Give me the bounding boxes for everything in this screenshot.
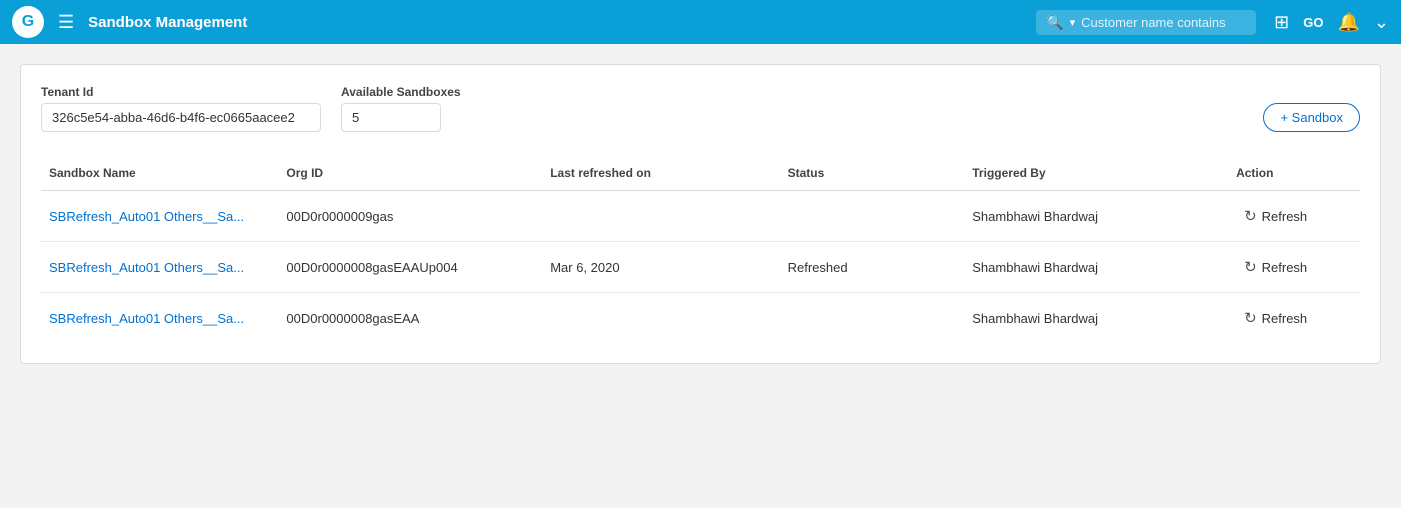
refresh-button[interactable]: ↻ Refresh bbox=[1236, 305, 1315, 331]
triggered-by-cell: Shambhawi Bhardwaj bbox=[964, 191, 1228, 242]
sandbox-table: Sandbox Name Org ID Last refreshed on St… bbox=[41, 156, 1360, 343]
main-content: Tenant Id Available Sandboxes + Sandbox … bbox=[0, 44, 1401, 384]
triggered-by-cell: Shambhawi Bhardwaj bbox=[964, 293, 1228, 344]
table-row: SBRefresh_Auto01 Others__Sa... 00D0r00000… bbox=[41, 242, 1360, 293]
tenant-id-input[interactable] bbox=[41, 103, 321, 132]
last-refreshed-cell bbox=[542, 293, 779, 344]
available-sandboxes-label: Available Sandboxes bbox=[341, 85, 461, 99]
col-header-last-refreshed: Last refreshed on bbox=[542, 156, 779, 191]
app-title: Sandbox Management bbox=[88, 14, 247, 31]
org-id-cell: 00D0r0000008gasEAAUp004 bbox=[278, 242, 542, 293]
go-label[interactable]: GO bbox=[1303, 15, 1323, 30]
nav-action-icons: ⊞ GO 🔔 ⌄ bbox=[1274, 12, 1389, 33]
table-body: SBRefresh_Auto01 Others__Sa... 00D0r00000… bbox=[41, 191, 1360, 344]
available-sandboxes-group: Available Sandboxes bbox=[341, 85, 461, 132]
col-header-triggered-by: Triggered By bbox=[964, 156, 1228, 191]
search-input[interactable] bbox=[1081, 15, 1241, 30]
refresh-label: Refresh bbox=[1262, 311, 1308, 326]
col-header-action: Action bbox=[1228, 156, 1360, 191]
tenant-row: Tenant Id Available Sandboxes + Sandbox bbox=[41, 85, 1360, 132]
top-nav: G ☰ Sandbox Management 🔍 ▾ ⊞ GO 🔔 ⌄ bbox=[0, 0, 1401, 44]
sandbox-name-link[interactable]: SBRefresh_Auto01 Others__Sa... bbox=[49, 311, 244, 326]
col-header-org-id: Org ID bbox=[278, 156, 542, 191]
table-row: SBRefresh_Auto01 Others__Sa... 00D0r00000… bbox=[41, 293, 1360, 344]
hamburger-icon[interactable]: ☰ bbox=[58, 12, 74, 33]
sandbox-name-link[interactable]: SBRefresh_Auto01 Others__Sa... bbox=[49, 260, 244, 275]
grid-icon[interactable]: ⊞ bbox=[1274, 12, 1289, 33]
col-header-sandbox-name: Sandbox Name bbox=[41, 156, 278, 191]
app-logo: G bbox=[12, 6, 44, 38]
bell-icon[interactable]: 🔔 bbox=[1337, 12, 1359, 33]
refresh-label: Refresh bbox=[1262, 260, 1308, 275]
last-refreshed-cell bbox=[542, 191, 779, 242]
tenant-id-label: Tenant Id bbox=[41, 85, 321, 99]
status-cell: Refreshed bbox=[780, 242, 965, 293]
search-bar: 🔍 ▾ bbox=[1036, 10, 1256, 35]
sandbox-card: Tenant Id Available Sandboxes + Sandbox … bbox=[20, 64, 1381, 364]
triggered-by-cell: Shambhawi Bhardwaj bbox=[964, 242, 1228, 293]
sandbox-name-link[interactable]: SBRefresh_Auto01 Others__Sa... bbox=[49, 209, 244, 224]
search-icon: 🔍 bbox=[1046, 14, 1063, 31]
action-cell: ↻ Refresh bbox=[1228, 293, 1360, 344]
refresh-button[interactable]: ↻ Refresh bbox=[1236, 254, 1315, 280]
refresh-icon: ↻ bbox=[1244, 258, 1257, 276]
search-dropdown-icon[interactable]: ▾ bbox=[1070, 16, 1076, 29]
action-cell: ↻ Refresh bbox=[1228, 191, 1360, 242]
add-sandbox-button[interactable]: + Sandbox bbox=[1263, 103, 1360, 132]
table-row: SBRefresh_Auto01 Others__Sa... 00D0r00000… bbox=[41, 191, 1360, 242]
refresh-icon: ↻ bbox=[1244, 309, 1257, 327]
sandbox-table-wrapper: Sandbox Name Org ID Last refreshed on St… bbox=[41, 156, 1360, 343]
col-header-status: Status bbox=[780, 156, 965, 191]
available-sandboxes-input[interactable] bbox=[341, 103, 441, 132]
status-cell bbox=[780, 293, 965, 344]
last-refreshed-cell: Mar 6, 2020 bbox=[542, 242, 779, 293]
action-cell: ↻ Refresh bbox=[1228, 242, 1360, 293]
status-cell bbox=[780, 191, 965, 242]
tenant-id-group: Tenant Id bbox=[41, 85, 321, 132]
org-id-cell: 00D0r0000008gasEAA bbox=[278, 293, 542, 344]
refresh-label: Refresh bbox=[1262, 209, 1308, 224]
table-header: Sandbox Name Org ID Last refreshed on St… bbox=[41, 156, 1360, 191]
org-id-cell: 00D0r0000009gas bbox=[278, 191, 542, 242]
chevron-down-icon[interactable]: ⌄ bbox=[1374, 12, 1389, 33]
refresh-icon: ↻ bbox=[1244, 207, 1257, 225]
refresh-button[interactable]: ↻ Refresh bbox=[1236, 203, 1315, 229]
